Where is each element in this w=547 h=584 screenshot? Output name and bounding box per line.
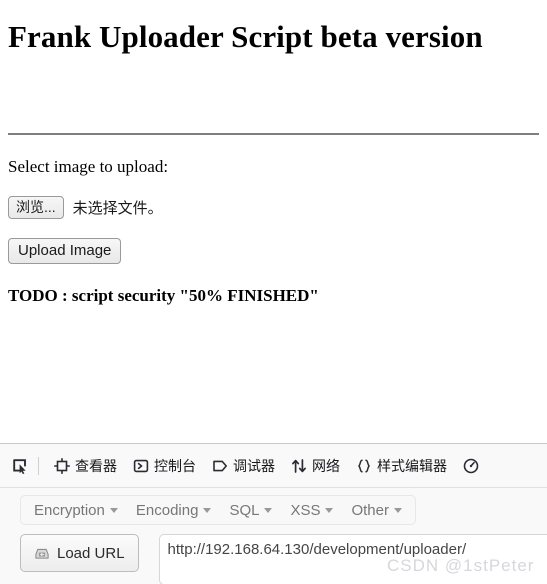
load-url-button[interactable]: Load URL bbox=[20, 534, 139, 572]
chevron-down-icon bbox=[325, 507, 334, 513]
load-url-label: Load URL bbox=[57, 544, 125, 562]
inspector-target-icon bbox=[54, 457, 70, 474]
hackbar-menu-xss-label: XSS bbox=[290, 501, 321, 519]
devtools-toolbar: 查看器 控制台 调试器 网络 样式编辑器 bbox=[0, 444, 547, 488]
debugger-tag-icon bbox=[212, 458, 228, 474]
hackbar-menu-xss[interactable]: XSS bbox=[281, 497, 342, 523]
tab-network[interactable]: 网络 bbox=[283, 451, 348, 481]
horizontal-divider bbox=[8, 133, 539, 135]
tab-console[interactable]: 控制台 bbox=[125, 451, 204, 481]
hackbar-menubar: Encryption Encoding SQL XSS Other bbox=[20, 495, 416, 525]
file-status-text: 未选择文件。 bbox=[72, 199, 163, 217]
tab-inspector[interactable]: 查看器 bbox=[46, 451, 125, 481]
hackbar-menu-sql-label: SQL bbox=[229, 501, 260, 519]
style-editor-braces-icon bbox=[356, 458, 372, 474]
hackbar-menu-other-label: Other bbox=[351, 501, 389, 519]
hackbar-url-row: Load URL http://192.168.64.130/developme… bbox=[20, 534, 547, 584]
todo-status-text: TODO : script security "50% FINISHED" bbox=[8, 286, 319, 305]
upload-form: Select image to upload: 浏览... 未选择文件。 Upl… bbox=[8, 157, 539, 306]
browse-button[interactable]: 浏览... bbox=[8, 195, 64, 219]
element-picker-button[interactable] bbox=[7, 453, 33, 479]
network-arrows-icon bbox=[291, 458, 307, 474]
hackbar-panel: Encryption Encoding SQL XSS Other Load U… bbox=[0, 488, 547, 584]
page-title: Frank Uploader Script beta version bbox=[8, 19, 483, 54]
select-image-label: Select image to upload: bbox=[8, 157, 169, 176]
console-chevron-icon bbox=[133, 458, 149, 474]
hackbar-menu-sql[interactable]: SQL bbox=[220, 497, 281, 523]
tab-console-label: 控制台 bbox=[154, 457, 196, 474]
url-input[interactable]: http://192.168.64.130/development/upload… bbox=[158, 534, 547, 584]
performance-gauge-icon bbox=[463, 458, 479, 474]
chevron-down-icon bbox=[109, 507, 118, 513]
toolbar-divider bbox=[38, 456, 39, 475]
hackbar-menu-encoding[interactable]: Encoding bbox=[127, 497, 221, 523]
tab-style-editor[interactable]: 样式编辑器 bbox=[348, 451, 455, 481]
tab-network-label: 网络 bbox=[312, 457, 340, 474]
web-page-content: Frank Uploader Script beta version Selec… bbox=[0, 0, 547, 443]
load-url-icon bbox=[34, 545, 50, 561]
hackbar-menu-encryption-label: Encryption bbox=[34, 501, 105, 519]
upload-image-button[interactable]: Upload Image bbox=[8, 238, 122, 264]
file-input-row[interactable]: 浏览... 未选择文件。 bbox=[8, 195, 539, 219]
tab-debugger[interactable]: 调试器 bbox=[204, 451, 283, 481]
tab-performance[interactable] bbox=[455, 451, 492, 481]
tab-debugger-label: 调试器 bbox=[233, 457, 275, 474]
tab-style-editor-label: 样式编辑器 bbox=[377, 457, 447, 474]
chevron-down-icon bbox=[203, 507, 212, 513]
tab-inspector-label: 查看器 bbox=[75, 457, 117, 474]
hackbar-menu-encoding-label: Encoding bbox=[135, 501, 199, 519]
element-picker-icon bbox=[12, 458, 28, 474]
hackbar-menu-other[interactable]: Other bbox=[342, 497, 411, 523]
hackbar-menu-encryption[interactable]: Encryption bbox=[25, 497, 127, 523]
chevron-down-icon bbox=[393, 507, 402, 513]
chevron-down-icon bbox=[264, 507, 273, 513]
devtools-panel: 查看器 控制台 调试器 网络 样式编辑器 Encryption Encoding… bbox=[0, 443, 547, 584]
